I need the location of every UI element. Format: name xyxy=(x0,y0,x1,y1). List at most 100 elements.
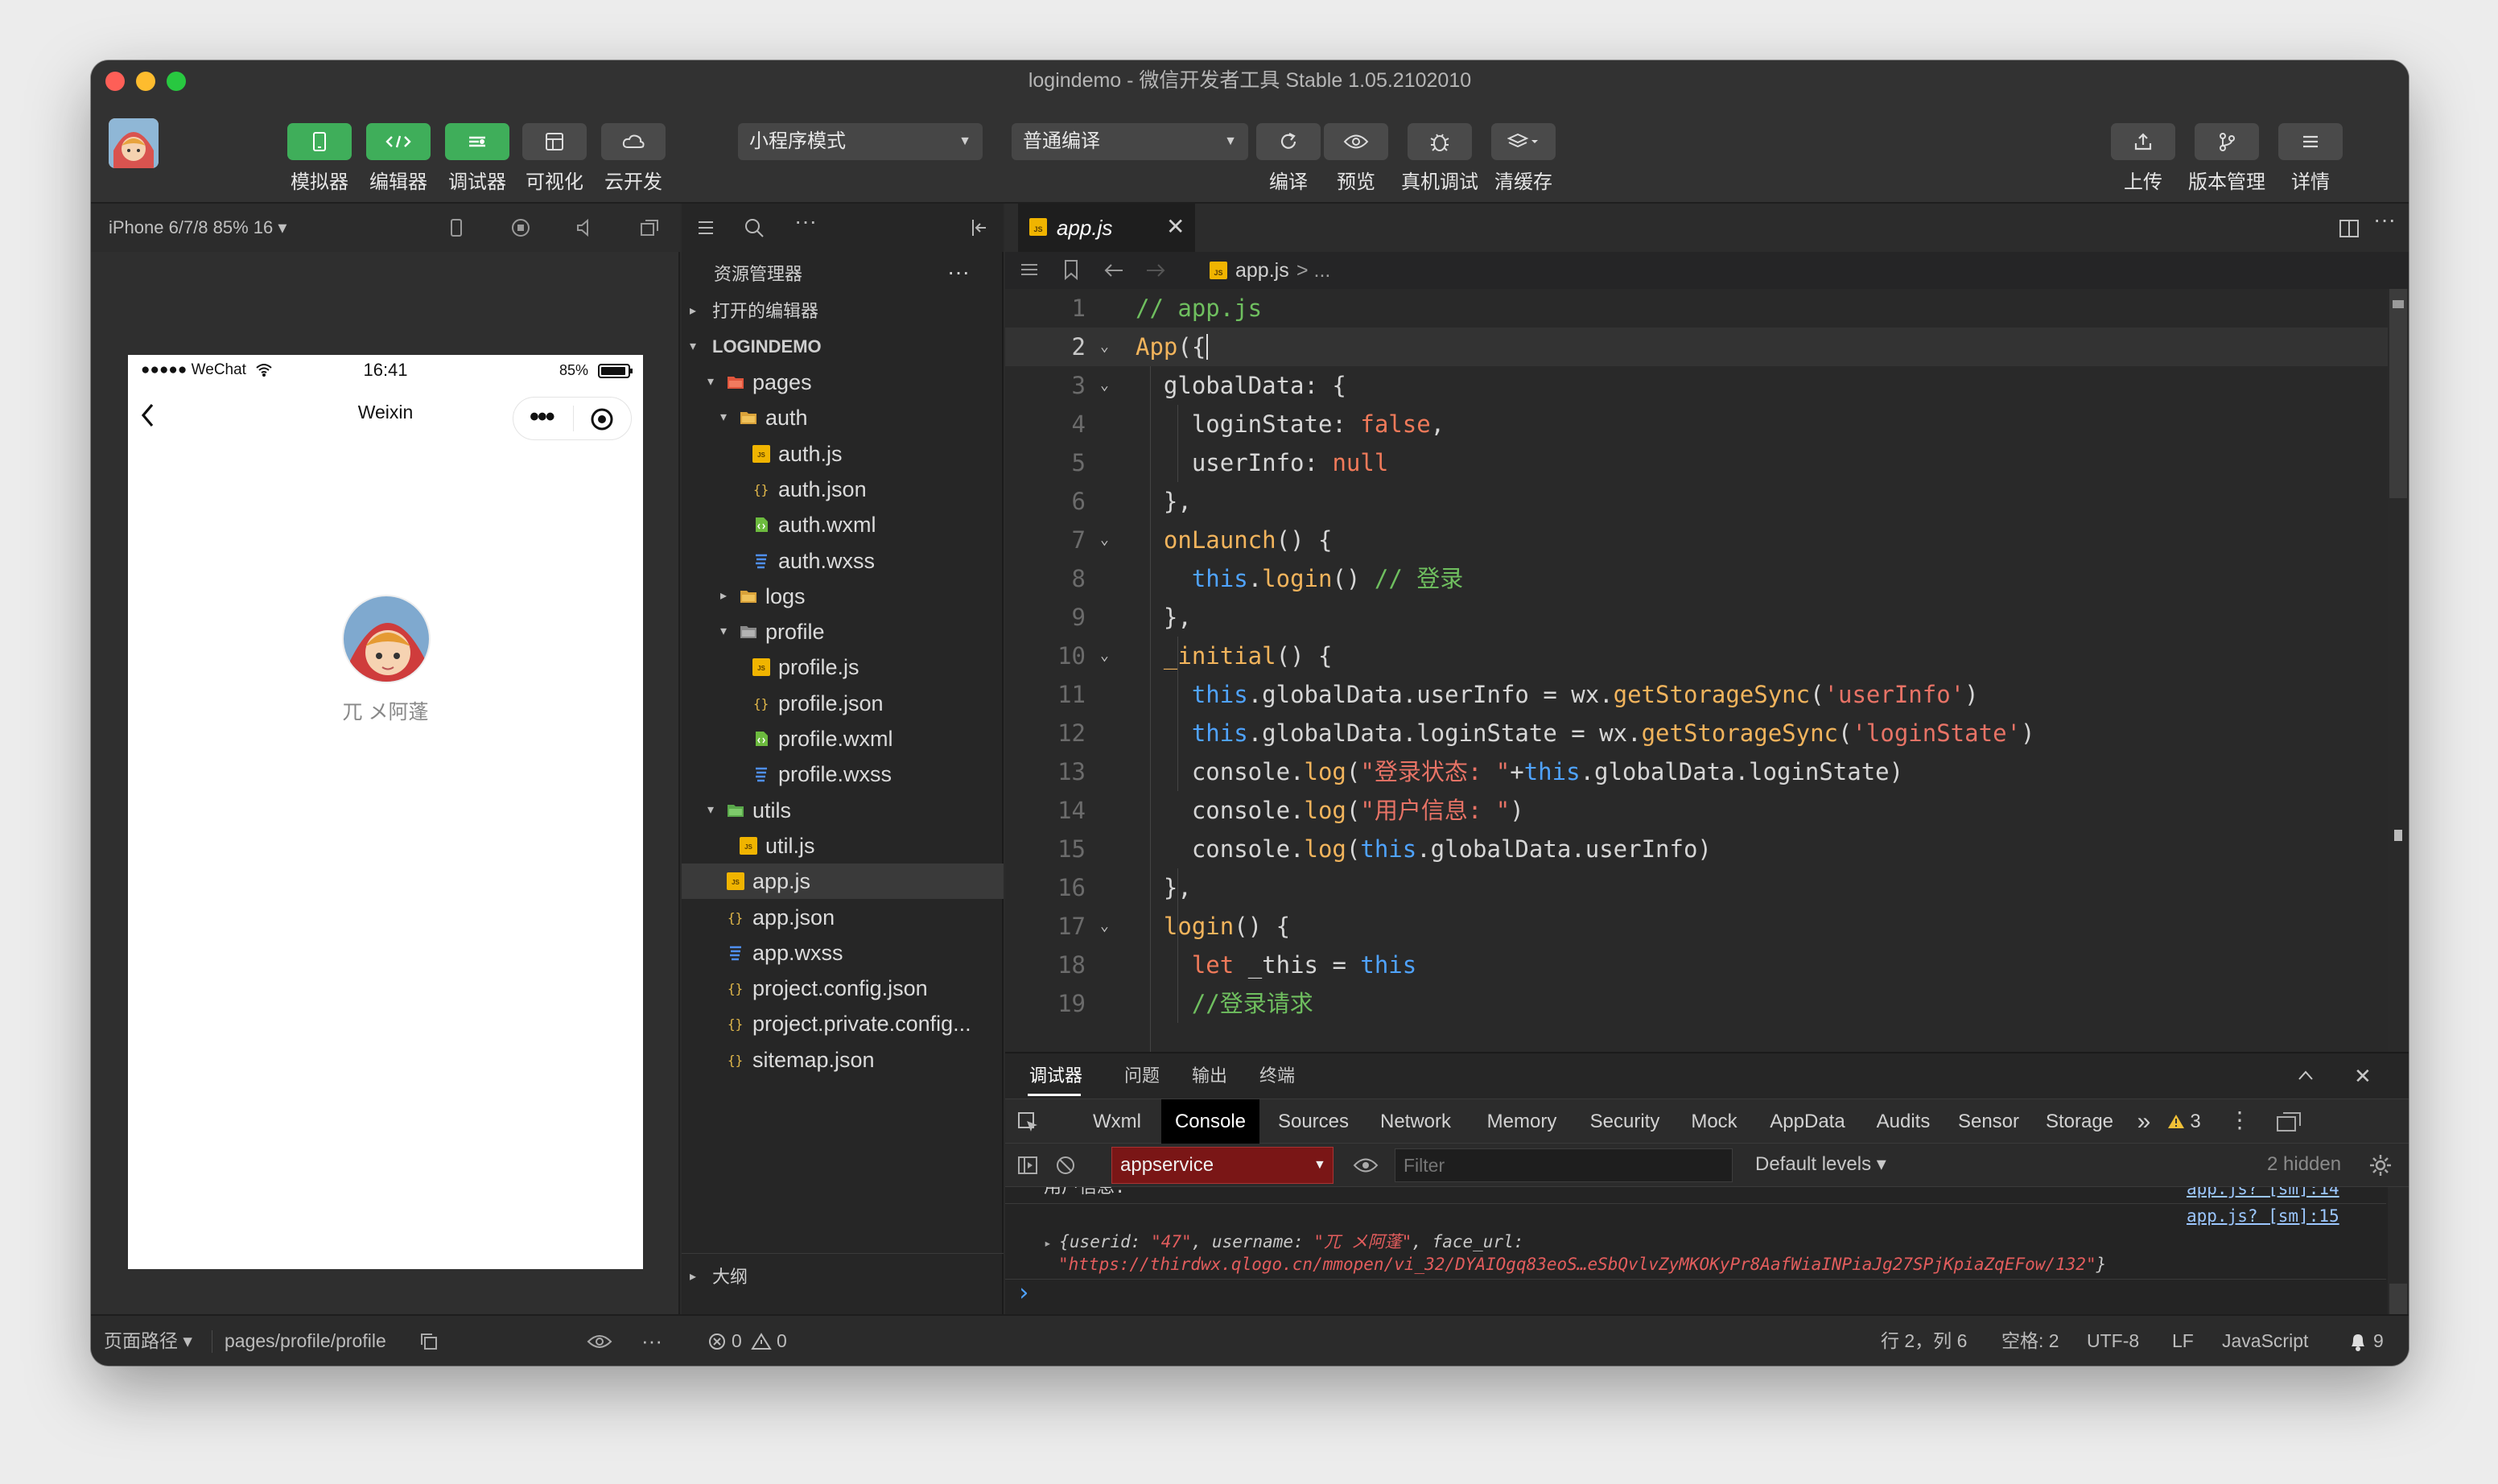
more-icon[interactable]: ··· xyxy=(794,208,817,234)
tree-item-app-js[interactable]: JS app.js xyxy=(682,864,1004,900)
nav-forward-icon[interactable] xyxy=(1144,260,1168,281)
popout-icon[interactable] xyxy=(638,216,661,239)
code-line[interactable]: 8 this.login() // 登录 xyxy=(1005,559,2409,598)
warning-count-status[interactable]: 0 xyxy=(777,1316,787,1366)
editor-more-icon[interactable]: ··· xyxy=(2373,207,2396,233)
devtools-tab-memory[interactable]: Memory xyxy=(1472,1099,1572,1144)
tree-item-auth-wxml[interactable]: auth.wxml xyxy=(682,507,1004,542)
code-line[interactable]: 1 // app.js xyxy=(1005,289,2409,328)
inspect-element-icon[interactable] xyxy=(1016,1111,1041,1135)
bookmark-icon[interactable] xyxy=(1061,258,1081,281)
sidebar-toggle-icon[interactable] xyxy=(1016,1155,1039,1176)
editor-toggle-button[interactable] xyxy=(366,123,431,160)
compile-button[interactable] xyxy=(1256,123,1321,160)
gear-icon[interactable] xyxy=(2368,1153,2393,1177)
device-icon[interactable] xyxy=(445,216,468,239)
page-path-select[interactable]: 页面路径 ▾ xyxy=(104,1316,192,1366)
tree-item-profile-js[interactable]: JS profile.js xyxy=(682,649,1004,685)
context-select[interactable]: appservice ▼ xyxy=(1111,1147,1334,1184)
user-avatar[interactable] xyxy=(109,118,159,168)
code-line[interactable]: 19 //登录请求 xyxy=(1005,984,2409,1023)
clear-console-icon[interactable] xyxy=(1055,1155,1076,1176)
language-mode[interactable]: JavaScript xyxy=(2222,1316,2308,1366)
console-output[interactable]: 用户信息: app.js? [sm]:14 app.js? [sm]:15 ▸ … xyxy=(1005,1187,2409,1316)
collapse-panel-icon[interactable] xyxy=(968,216,991,239)
file-encoding[interactable]: UTF-8 xyxy=(2087,1316,2139,1366)
details-button[interactable] xyxy=(2278,123,2343,160)
console-prompt[interactable]: › xyxy=(1016,1277,1031,1309)
code-line[interactable]: 6 }, xyxy=(1005,482,2409,521)
code-line[interactable]: 11 this.globalData.userInfo = wx.getStor… xyxy=(1005,675,2409,714)
code-line[interactable]: 16 }, xyxy=(1005,868,2409,907)
fold-chevron-icon[interactable]: ⌄ xyxy=(1100,907,1109,946)
mode-select[interactable]: 小程序模式 ▼ xyxy=(738,123,983,160)
tree-item-profile-wxss[interactable]: profile.wxss xyxy=(682,756,1004,792)
console-scrollbar[interactable] xyxy=(2388,1187,2409,1316)
close-miniprogram-icon[interactable] xyxy=(589,406,615,432)
fold-chevron-icon[interactable]: ⌄ xyxy=(1100,366,1109,405)
tree-item-sitemap-json[interactable]: {} sitemap.json xyxy=(682,1042,1004,1078)
code-line[interactable]: 3 ⌄ globalData: { xyxy=(1005,366,2409,405)
more-icon[interactable]: ··· xyxy=(641,1316,662,1366)
tree-item-profile-wxml[interactable]: profile.wxml xyxy=(682,721,1004,756)
list-icon[interactable] xyxy=(695,216,717,239)
upload-button[interactable] xyxy=(2111,123,2175,160)
preview-button[interactable] xyxy=(1324,123,1388,160)
console-source-link-14[interactable]: app.js? [sm]:14 xyxy=(2187,1187,2339,1200)
line-ending[interactable]: LF xyxy=(2172,1316,2194,1366)
split-editor-icon[interactable] xyxy=(2338,218,2360,239)
fold-chevron-icon[interactable]: ⌄ xyxy=(1100,637,1109,675)
expand-arrow-icon[interactable]: ▸ xyxy=(1044,1235,1059,1251)
live-expression-eye-icon[interactable] xyxy=(1353,1155,1379,1176)
console-object-line[interactable]: ▸ {userid: "47", username: "兀 メ阿蓬", face… xyxy=(1044,1230,1523,1255)
outline-list-icon[interactable] xyxy=(1018,260,1041,281)
preview-eye-icon[interactable] xyxy=(587,1332,612,1351)
breadcrumb-file[interactable]: app.js xyxy=(1235,252,1289,289)
menu-capsule[interactable]: ••• xyxy=(513,397,632,440)
devtools-tab-mock[interactable]: Mock xyxy=(1678,1099,1750,1144)
volume-icon[interactable] xyxy=(574,216,596,239)
devtools-subtab-issues[interactable]: 问题 xyxy=(1124,1053,1160,1099)
more-dots-icon[interactable]: ••• xyxy=(530,399,555,435)
code-line[interactable]: 15 console.log(this.globalData.userInfo) xyxy=(1005,830,2409,868)
devtools-tab-sources[interactable]: Sources xyxy=(1268,1099,1359,1144)
console-filter-input[interactable] xyxy=(1395,1148,1733,1182)
search-icon[interactable] xyxy=(743,216,765,239)
code-line[interactable]: 5 userInfo: null xyxy=(1005,443,2409,482)
console-scrollbar-thumb[interactable] xyxy=(2389,1284,2407,1316)
log-levels-select[interactable]: Default levels ▾ xyxy=(1755,1144,1886,1185)
bell-icon[interactable] xyxy=(2348,1330,2368,1353)
code-line[interactable]: 4 loginState: false, xyxy=(1005,405,2409,443)
error-count[interactable]: 0 xyxy=(732,1316,742,1366)
remote-debug-button[interactable] xyxy=(1408,123,1472,160)
tree-item-logs[interactable]: ▸ logs xyxy=(682,579,1004,614)
nav-back-icon[interactable] xyxy=(1102,260,1126,281)
code-line[interactable]: 12 this.globalData.loginState = wx.getSt… xyxy=(1005,714,2409,752)
section-open-editors[interactable]: ▸ 打开的编辑器 xyxy=(682,294,1004,329)
dock-icon[interactable] xyxy=(2275,1111,2302,1133)
tree-item-auth[interactable]: ▾ auth xyxy=(682,400,1004,435)
tree-item-project-config-json[interactable]: {} project.config.json xyxy=(682,971,1004,1006)
tree-item-app-json[interactable]: {} app.json xyxy=(682,900,1004,935)
devtools-tab-audits[interactable]: Audits xyxy=(1865,1099,1942,1144)
section-project[interactable]: ▾ LOGINDEMO xyxy=(682,329,1004,365)
indentation[interactable]: 空格: 2 xyxy=(2001,1316,2059,1366)
code-area[interactable]: 1// app.js 2 ⌄ App({3 ⌄ globalData: {4 login… xyxy=(1005,289,2409,1052)
code-line[interactable]: 14 console.log("用户信息: ") xyxy=(1005,791,2409,830)
compile-mode-select[interactable]: 普通编译 ▼ xyxy=(1012,123,1248,160)
fold-chevron-icon[interactable]: ⌄ xyxy=(1100,328,1109,366)
code-line[interactable]: 13 console.log("登录状态: "+this.globalData.… xyxy=(1005,752,2409,791)
code-line[interactable]: 9 }, xyxy=(1005,598,2409,637)
section-outline[interactable]: ▸ 大纲 xyxy=(682,1259,1004,1295)
devtools-tab-appdata[interactable]: AppData xyxy=(1757,1099,1858,1144)
console-source-link-15[interactable]: app.js? [sm]:15 xyxy=(2187,1205,2339,1227)
tree-item-project-private-config[interactable]: {} project.private.config... xyxy=(682,1006,1004,1041)
devtools-tab-storage[interactable]: Storage xyxy=(2035,1099,2124,1144)
tree-item-pages[interactable]: ▾ pages xyxy=(682,365,1004,400)
visual-toggle-button[interactable] xyxy=(522,123,587,160)
clear-cache-button[interactable] xyxy=(1491,123,1556,160)
chevron-up-icon[interactable] xyxy=(2296,1066,2315,1084)
code-line[interactable]: 10 ⌄ _initial() { xyxy=(1005,637,2409,675)
code-line[interactable]: 18 let _this = this xyxy=(1005,946,2409,984)
devtools-menu-icon[interactable]: ⋮ xyxy=(2228,1104,2251,1136)
